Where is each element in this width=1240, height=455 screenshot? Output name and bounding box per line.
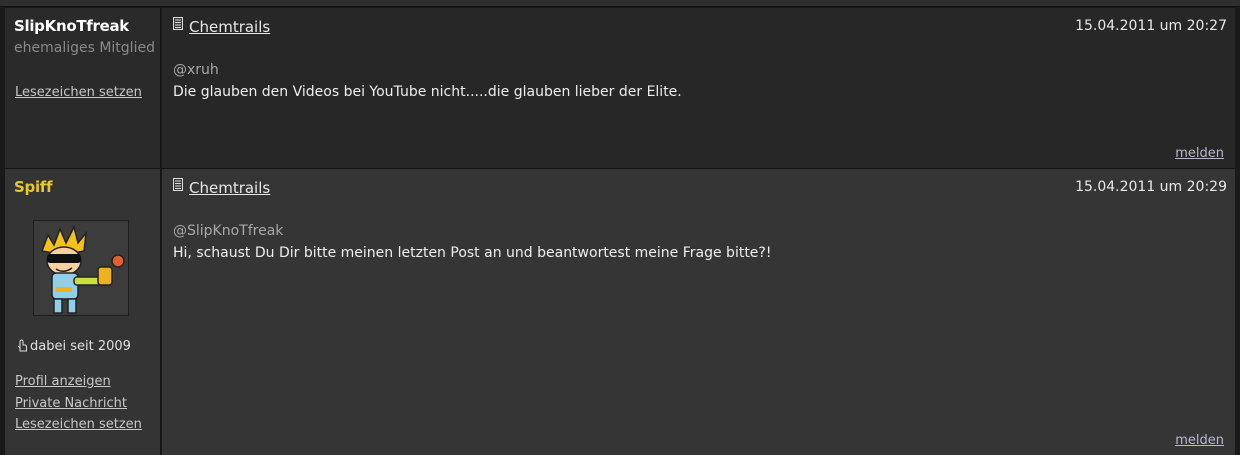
post-content: Chemtrails 15.04.2011 um 20:27 @xruh Die… [162, 8, 1235, 168]
hand-icon [17, 339, 27, 352]
post-author-panel: SlipKnoTfreak ehemaliges Mitglied Leseze… [5, 8, 161, 168]
thread-title-link[interactable]: Chemtrails [189, 179, 270, 197]
post-message: Hi, schaust Du Dir bitte meinen letzten … [173, 245, 772, 261]
post-mention: @SlipKnoTfreak [173, 223, 284, 239]
private-message-link[interactable]: Private Nachricht [15, 396, 127, 411]
post-mention: @xruh [173, 62, 219, 78]
member-since: dabei seit 2009 [17, 339, 131, 354]
post-message: Die glauben den Videos bei YouTube nicht… [173, 84, 682, 100]
thread-title-link[interactable]: Chemtrails [189, 18, 270, 36]
view-profile-link[interactable]: Profil anzeigen [15, 374, 111, 389]
document-icon [173, 17, 183, 30]
author-username[interactable]: Spiff [14, 178, 53, 196]
author-rank: ehemaliges Mitglied [14, 40, 155, 56]
bookmark-link[interactable]: Lesezeichen setzen [15, 417, 142, 432]
bookmark-link[interactable]: Lesezeichen setzen [15, 85, 142, 100]
post-timestamp: 15.04.2011 um 20:27 [1075, 18, 1227, 34]
post-timestamp: 15.04.2011 um 20:29 [1075, 179, 1227, 195]
forum-post: Spiff dabei seit 2009 Profil anzeigen Pr… [5, 168, 1235, 455]
document-icon [173, 178, 183, 191]
post-content: Chemtrails 15.04.2011 um 20:29 @SlipKnoT… [162, 169, 1235, 455]
avatar[interactable] [33, 220, 129, 316]
report-link[interactable]: melden [1175, 146, 1224, 161]
post-author-panel: Spiff dabei seit 2009 Profil anzeigen Pr… [5, 169, 161, 455]
cartoon-avatar-icon [34, 221, 128, 315]
member-since-label: dabei seit 2009 [30, 339, 131, 354]
forum-thread: SlipKnoTfreak ehemaliges Mitglied Leseze… [0, 0, 1240, 455]
forum-post: SlipKnoTfreak ehemaliges Mitglied Leseze… [5, 7, 1235, 168]
top-border [0, 0, 1240, 7]
report-link[interactable]: melden [1175, 433, 1224, 448]
author-username[interactable]: SlipKnoTfreak [14, 17, 129, 35]
